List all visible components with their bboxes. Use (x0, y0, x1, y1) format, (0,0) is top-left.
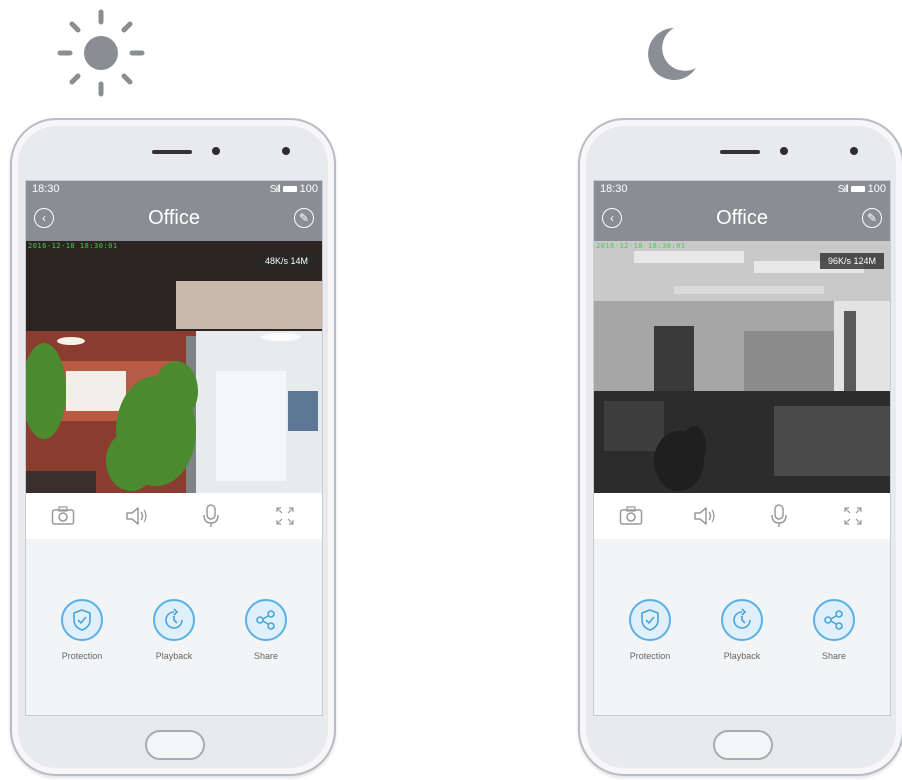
phone-day: 18:30 Sıll 100 ‹ Office ✎ 2016-12-18 18:… (10, 118, 336, 776)
speaker-icon[interactable] (123, 502, 151, 530)
share-label: Share (821, 651, 847, 661)
clock-history-icon (721, 599, 763, 641)
settings-button[interactable]: ✎ (294, 208, 314, 228)
camera-icon[interactable] (617, 502, 645, 530)
signal-icon: Sıll (269, 183, 281, 195)
share-label: Share (253, 651, 279, 661)
page-title: Office (148, 207, 200, 229)
title-bar: ‹ Office ✎ (26, 199, 322, 237)
day-camera-image (26, 241, 322, 493)
shield-check-icon (61, 599, 103, 641)
signal-icon: Sıll (837, 183, 849, 195)
playback-button[interactable]: Playback (707, 599, 777, 661)
video-feed-night[interactable]: 2016-12-18 18:30:01 96K/s 124M (594, 241, 890, 493)
playback-label: Playback (723, 651, 761, 661)
home-button[interactable] (713, 730, 773, 760)
speaker-icon[interactable] (691, 502, 719, 530)
fullscreen-icon[interactable] (839, 502, 867, 530)
app-screen-night: 18:30 Sıll 100 ‹ Office ✎ 2016-12-18 18:… (593, 180, 891, 716)
shield-check-icon (629, 599, 671, 641)
status-indicators: Sıll 100 (270, 183, 318, 195)
battery-level: 100 (867, 183, 886, 195)
sensor (850, 147, 858, 155)
battery-icon (850, 186, 865, 192)
front-camera (212, 147, 220, 155)
battery-level: 100 (299, 183, 318, 195)
phone-night: 18:30 Sıll 100 ‹ Office ✎ 2016-12-18 18:… (578, 118, 902, 776)
camera-icon[interactable] (49, 502, 77, 530)
status-time: 18:30 (600, 183, 628, 195)
settings-button[interactable]: ✎ (862, 208, 882, 228)
sun-icon (56, 8, 146, 98)
video-feed-day[interactable]: 2016-12-18 18:30:01 48K/s 14M (26, 241, 322, 493)
battery-icon (282, 186, 297, 192)
protection-button[interactable]: Protection (615, 599, 685, 661)
video-controls (26, 493, 322, 539)
playback-label: Playback (155, 651, 193, 661)
moon-icon (640, 24, 700, 84)
status-indicators: Sıll 100 (838, 183, 886, 195)
share-icon (813, 599, 855, 641)
home-button[interactable] (145, 730, 205, 760)
microphone-icon[interactable] (197, 502, 225, 530)
earpiece (720, 150, 760, 154)
earpiece (152, 150, 192, 154)
app-screen-day: 18:30 Sıll 100 ‹ Office ✎ 2016-12-18 18:… (25, 180, 323, 716)
action-buttons: Protection Playback Share (26, 599, 322, 661)
clock-history-icon (153, 599, 195, 641)
video-timestamp: 2016-12-18 18:30:01 (596, 242, 686, 250)
status-bar: 18:30 Sıll 100 (26, 181, 322, 197)
wrench-icon: ✎ (298, 211, 310, 225)
sensor (282, 147, 290, 155)
wrench-icon: ✎ (866, 211, 878, 225)
bitrate-badge: 96K/s 124M (819, 253, 884, 269)
playback-button[interactable]: Playback (139, 599, 209, 661)
app-header: 18:30 Sıll 100 ‹ Office ✎ (26, 181, 322, 241)
share-button[interactable]: Share (231, 599, 301, 661)
front-camera (780, 147, 788, 155)
protection-label: Protection (61, 651, 103, 661)
status-bar: 18:30 Sıll 100 (594, 181, 890, 197)
status-time: 18:30 (32, 183, 60, 195)
microphone-icon[interactable] (765, 502, 793, 530)
fullscreen-icon[interactable] (271, 502, 299, 530)
title-bar: ‹ Office ✎ (594, 199, 890, 237)
share-icon (245, 599, 287, 641)
action-buttons: Protection Playback Share (594, 599, 890, 661)
protection-button[interactable]: Protection (47, 599, 117, 661)
share-button[interactable]: Share (799, 599, 869, 661)
page-title: Office (716, 207, 768, 229)
app-header: 18:30 Sıll 100 ‹ Office ✎ (594, 181, 890, 241)
protection-label: Protection (629, 651, 671, 661)
bitrate-badge: 48K/s 14M (256, 253, 316, 269)
video-controls (594, 493, 890, 539)
night-camera-image (594, 241, 890, 493)
video-timestamp: 2016-12-18 18:30:01 (28, 242, 118, 250)
